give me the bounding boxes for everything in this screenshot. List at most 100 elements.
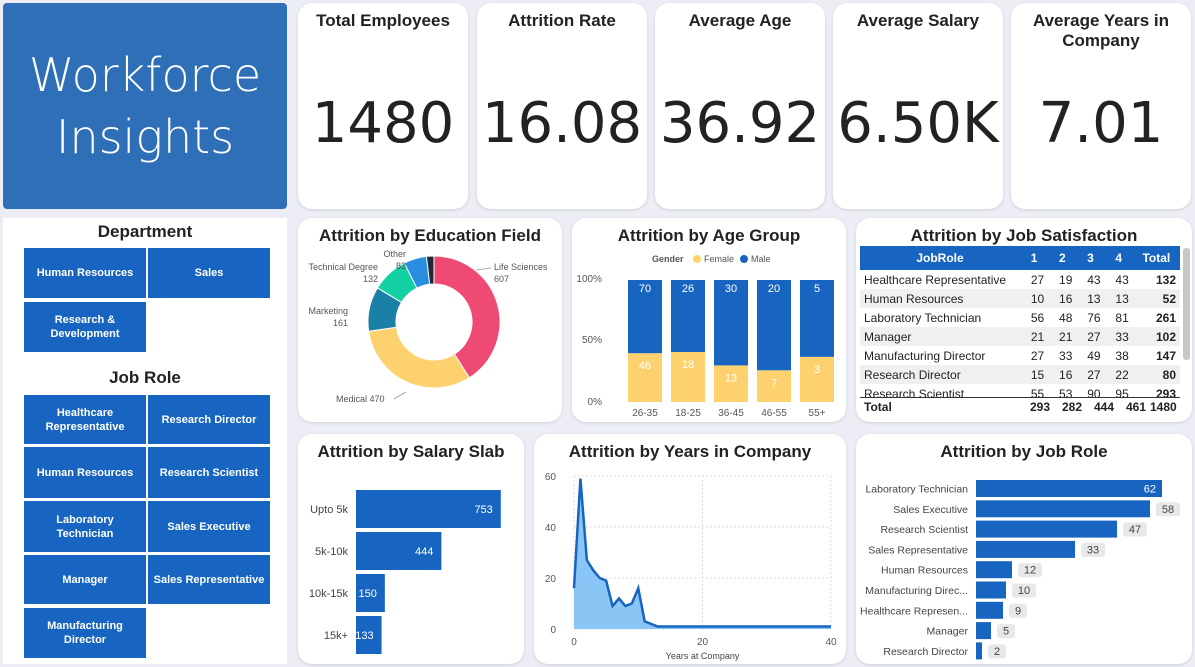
slicer-role-research-scientist[interactable]: Research Scientist — [148, 447, 270, 498]
slice-label: Marketing — [308, 306, 348, 316]
table-row[interactable]: Manufacturing Director 27 33 49 38 147 — [860, 346, 1180, 365]
table-row[interactable]: Research Director 15 16 27 22 80 — [860, 365, 1180, 384]
slicer-role-research-director[interactable]: Research Director — [148, 395, 270, 444]
age-group-chart[interactable]: Gender Female Male 100% 50% 0% 70 46 26-35 26 18 18… — [572, 218, 846, 422]
table-cell: 102 — [1132, 327, 1180, 346]
slicer-role-laboratory-technician[interactable]: Laboratory Technician — [24, 501, 146, 552]
salary-slab-card[interactable]: Attrition by Salary Slab Upto 5k 753 5k-10… — [298, 434, 524, 664]
bar-value-label: 10 — [1018, 585, 1030, 597]
y-tick: 40 — [545, 523, 557, 534]
column-header[interactable]: 2 — [1048, 246, 1077, 270]
slice-value: 161 — [333, 318, 348, 328]
legend-female-dot — [693, 255, 701, 263]
job-role-card[interactable]: Attrition by Job Role Laboratory Technic… — [856, 434, 1192, 664]
kpi-card-average-age[interactable]: Average Age 36.92 — [655, 3, 825, 209]
table-cell: 76 — [1087, 310, 1101, 325]
bar-value-label: 150 — [358, 588, 376, 600]
job-role-chart[interactable]: Laboratory Technician 62 Sales Executive 58… — [856, 434, 1192, 664]
table-cell: 13 — [1076, 289, 1105, 308]
age-group-card[interactable]: Attrition by Age Group Gender Female Male 1… — [572, 218, 846, 422]
job-satisfaction-table: JobRole 1 2 3 4 Total Healthcare Representativ… — [860, 246, 1180, 403]
table-row[interactable]: Manager 21 21 27 33 102 — [860, 327, 1180, 346]
column-header[interactable]: Total — [1132, 246, 1180, 270]
category-label: 15k+ — [324, 630, 348, 642]
slicer-department-sales[interactable]: Sales — [148, 248, 270, 298]
y-tick: 100% — [576, 274, 602, 285]
slicer-role-sales-representative[interactable]: Sales Representative — [148, 555, 270, 604]
kpi-card-total-employees[interactable]: Total Employees 1480 — [298, 3, 468, 209]
kpi-value: 36.92 — [659, 91, 821, 156]
slice-value: 132 — [363, 274, 378, 284]
jobrole-bar — [976, 480, 1162, 497]
bar-female-label: 13 — [725, 372, 737, 384]
jobrole-bar — [976, 642, 982, 660]
slicer-role-human-resources[interactable]: Human Resources — [24, 447, 146, 498]
jobrole-bar — [976, 561, 1012, 579]
column-header[interactable]: 4 — [1104, 246, 1133, 270]
bar-value-label: 58 — [1162, 504, 1174, 516]
category-label: 10k-15k — [309, 588, 349, 600]
category-label: Human Resources — [881, 565, 968, 577]
salary-slab-chart[interactable]: Upto 5k 753 5k-10k 444 10k-15k 150 15k+ 133 — [298, 434, 524, 664]
category-label: Research Director — [883, 646, 968, 658]
column-header[interactable]: JobRole — [860, 246, 1020, 270]
education-field-card[interactable]: Attrition by Education Field Life Scienc… — [298, 218, 562, 422]
table-cell: 52 — [1132, 289, 1180, 308]
total-cell: 461 — [1125, 400, 1146, 414]
jobrole-bar — [976, 540, 1075, 558]
y-tick: 0% — [588, 397, 603, 408]
table-cell: 43 — [1087, 272, 1101, 287]
bar-value-label: 5 — [1003, 626, 1009, 638]
column-header[interactable]: 3 — [1076, 246, 1105, 270]
jobrole-bar — [976, 601, 1003, 619]
years-in-company-chart[interactable]: 60 40 20 0 0 20 40 Years at Company — [534, 434, 846, 664]
table-cell: 48 — [1059, 310, 1073, 325]
table-cell: 16 — [1048, 289, 1077, 308]
y-tick: 60 — [545, 472, 557, 483]
table-cell: 13 — [1104, 289, 1133, 308]
total-cell: 1480 — [1150, 400, 1177, 414]
report-title: Workforce Insights — [28, 48, 262, 164]
slicer-department-research-development[interactable]: Research & Development — [24, 302, 146, 352]
legend-male-dot — [740, 255, 748, 263]
table-cell: 38 — [1115, 348, 1129, 363]
table-scrollbar[interactable] — [1183, 248, 1190, 360]
slicer-role-sales-executive[interactable]: Sales Executive — [148, 501, 270, 552]
bar-value-label: 444 — [415, 546, 433, 558]
years-in-company-card[interactable]: Attrition by Years in Company 60 40 20 0 0 20… — [534, 434, 846, 664]
table-row[interactable]: Human Resources 10 16 13 13 52 — [860, 289, 1180, 308]
jobrole-bar — [976, 581, 1006, 599]
jobrole-bar — [976, 622, 991, 640]
table-cell: 33 — [1104, 327, 1133, 346]
education-donut-chart[interactable]: Life Sciences 607 Medical 470 Marketing 161 T… — [298, 218, 562, 422]
kpi-value: 1480 — [311, 91, 455, 156]
table-row[interactable]: Laboratory Technician 56 48 76 81 261 — [860, 308, 1180, 327]
category-label: Sales Executive — [893, 504, 968, 516]
table-row[interactable]: Healthcare Representative 27 19 43 43 132 — [860, 270, 1180, 289]
table-cell: 56 — [1030, 310, 1045, 325]
kpi-value: 16.08 — [481, 91, 643, 156]
kpi-card-attrition-rate[interactable]: Attrition Rate 16.08 — [477, 3, 647, 209]
bar-value-label: 753 — [474, 504, 492, 516]
slice-label: Life Sciences — [494, 262, 548, 272]
table-cell: 80 — [1132, 365, 1180, 384]
bar-female-label: 18 — [682, 359, 694, 371]
kpi-card-average-salary[interactable]: Average Salary 6.50K — [833, 3, 1003, 209]
kpi-label: Total Employees — [316, 11, 450, 30]
slicer-role-healthcare-representative[interactable]: Healthcare Representative — [24, 395, 146, 444]
kpi-value: 6.50K — [837, 91, 999, 156]
kpi-card-average-years[interactable]: Average Years in Company 7.01 — [1011, 3, 1191, 209]
table-cell: 21 — [1048, 327, 1077, 346]
slicer-role-manufacturing-director[interactable]: Manufacturing Director — [24, 608, 146, 658]
category-label: Sales Representative — [868, 544, 968, 556]
bar-female-label: 46 — [639, 360, 651, 372]
job-satisfaction-card[interactable]: Attrition by Job Satisfaction JobRole 1 2 3… — [856, 218, 1192, 422]
slicer-department-human-resources[interactable]: Human Resources — [24, 248, 146, 298]
bar-female-label: 3 — [814, 364, 820, 376]
slice-value: 83 — [396, 261, 406, 271]
bar-value-label: 133 — [355, 630, 373, 642]
job-satisfaction-table-wrap[interactable]: JobRole 1 2 3 4 Total Healthcare Representativ… — [860, 246, 1180, 418]
column-header[interactable]: 1 — [1020, 246, 1049, 270]
y-tick: 20 — [545, 574, 557, 585]
slicer-role-manager[interactable]: Manager — [24, 555, 146, 604]
